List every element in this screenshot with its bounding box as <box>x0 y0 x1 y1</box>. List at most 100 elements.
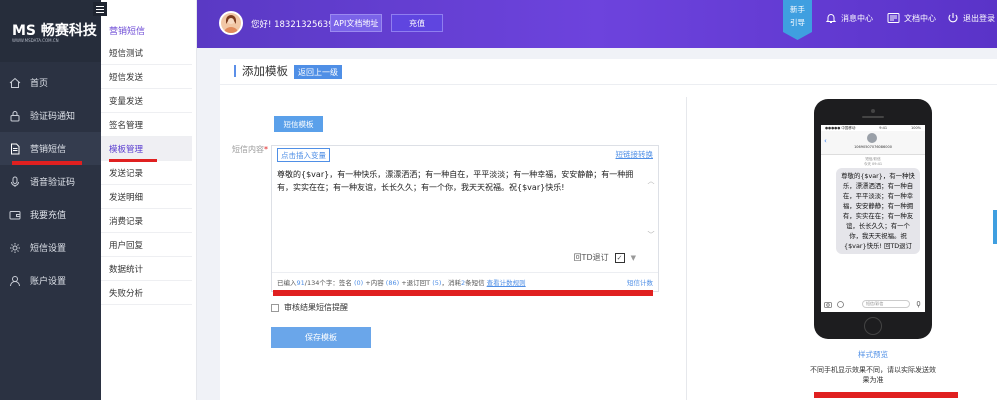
submenu-title: 营销短信 <box>109 27 146 37</box>
submenu-item[interactable]: 用户回复 <box>101 233 192 257</box>
submenu-item-template-manage[interactable]: 模板管理 <box>101 137 192 161</box>
home-icon <box>8 76 22 90</box>
sms-count-link[interactable]: 短信计数 <box>627 277 653 287</box>
floating-side-tab[interactable] <box>993 210 997 244</box>
sidebar-item-label: 首页 <box>30 79 49 89</box>
sidebar-item-recharge[interactable]: 我要充值 <box>0 198 101 231</box>
scroll-down-icon: ﹀ <box>647 231 655 239</box>
top-bar: 您好! 18321325639 API文档地址 充值 新手 引导 消息中心 文档… <box>197 0 997 48</box>
content-label-text: 短信内容 <box>232 145 264 154</box>
insert-variable-button[interactable]: 点击插入变量 <box>277 148 330 162</box>
section-divider <box>686 97 687 400</box>
recharge-button[interactable]: 充值 <box>391 14 443 32</box>
guide-label: 引导 <box>790 18 805 27</box>
review-notify-option[interactable]: 审核结果短信提醒 <box>271 302 348 313</box>
counter-value: 91 <box>296 279 305 287</box>
save-template-button[interactable]: 保存模板 <box>271 327 371 348</box>
counter-text: 条短信 <box>465 279 485 287</box>
style-preview-label: 样式预览 <box>858 350 888 359</box>
message-time: 今天 09:41 <box>863 162 883 166</box>
submenu-panel: 营销短信 短信测试 短信发送 变量发送 签名管理 模板管理 发送记录 发送明细 … <box>101 0 197 400</box>
menu-toggle-button[interactable] <box>93 2 107 16</box>
annotation-highlight <box>273 290 653 296</box>
logout-link[interactable]: 退出登录 <box>947 12 995 24</box>
sms-template-button[interactable]: 短信模板 <box>274 116 323 132</box>
bell-icon <box>825 14 837 23</box>
unsubscribe-option[interactable]: 回TD退订 ✓ ▼ <box>574 252 636 263</box>
template-form-card: 添加模板 返回上一级 短信模板 短信内容* 点击插入变量 短链接转换 尊敬的{$… <box>220 59 997 400</box>
app-store-icon <box>837 300 844 308</box>
logout-label: 退出登录 <box>963 13 995 23</box>
counter-text: 已编入 <box>277 279 297 287</box>
avatar[interactable] <box>219 11 243 35</box>
counter-text: +内容 <box>365 279 384 287</box>
phone-preview: ●●●●● 中国移动 9:41 100% ‹ 10690507076086000… <box>814 99 932 339</box>
sidebar-item-label: 验证码通知 <box>30 112 76 122</box>
card-header: 添加模板 返回上一级 <box>220 59 997 85</box>
review-notify-label: 审核结果短信提醒 <box>284 303 348 312</box>
greeting-text: 您好! 18321325639 <box>251 20 334 30</box>
unsubscribe-checkbox[interactable]: ✓ <box>614 252 625 263</box>
sidebar-item-label: 账户设置 <box>30 277 67 287</box>
page-title: 添加模板 <box>234 65 288 77</box>
doc-center-label: 文档中心 <box>904 13 936 23</box>
microphone-icon <box>8 175 22 189</box>
power-icon <box>948 13 958 23</box>
sidebar-item-voice[interactable]: 语音验证码 <box>0 165 101 198</box>
short-link-convert-link[interactable]: 短链接转换 <box>616 149 654 160</box>
message-center-link[interactable]: 消息中心 <box>825 12 873 24</box>
mic-icon <box>916 300 921 307</box>
sms-content-textarea[interactable]: 尊敬的{$var}，有一种快乐，漂漂洒洒；有一种自在，平平淡淡；有一种幸福，安安… <box>277 168 647 194</box>
counter-value: (86) <box>385 279 400 287</box>
submenu-item[interactable]: 数据统计 <box>101 257 192 281</box>
message-center-label: 消息中心 <box>841 13 873 23</box>
back-chevron-icon: ‹ <box>824 137 827 145</box>
doc-center-link[interactable]: 文档中心 <box>887 12 936 24</box>
annotation-highlight <box>814 392 958 398</box>
submenu-item[interactable]: 短信测试 <box>101 41 192 65</box>
sidebar-item-verification[interactable]: 验证码通知 <box>0 99 101 132</box>
sidebar-item-label: 短信设置 <box>30 244 67 254</box>
textarea-scrollbar[interactable]: ︿ ﹀ <box>647 176 655 246</box>
message-meta: 短信/彩信 今天 09:41 <box>821 157 925 167</box>
resize-handle-icon[interactable]: ▼ <box>631 254 636 262</box>
sms-input-bar: 短信/彩信 <box>824 299 922 309</box>
submenu-item[interactable]: 变量发送 <box>101 89 192 113</box>
sms-input-field: 短信/彩信 <box>862 300 910 308</box>
submenu-item[interactable]: 发送明细 <box>101 185 192 209</box>
brand-logo[interactable]: MS 畅赛科技 WWW.MSDATA.COM.CN <box>0 0 101 62</box>
user-icon <box>8 274 22 288</box>
back-button[interactable]: 返回上一级 <box>294 65 342 79</box>
hamburger-icon <box>96 8 104 10</box>
contact-avatar-icon <box>867 133 877 143</box>
sidebar-item-label: 语音验证码 <box>30 178 76 188</box>
camera-icon <box>824 301 832 308</box>
submenu-item[interactable]: 失败分析 <box>101 281 192 305</box>
guide-badge[interactable]: 新手 引导 <box>783 0 812 40</box>
document-center-icon <box>887 13 900 23</box>
submenu-item[interactable]: 消费记录 <box>101 209 192 233</box>
counter-text: ，消耗 <box>441 279 461 287</box>
submenu-item[interactable]: 发送记录 <box>101 161 192 185</box>
counter-text: /134个字：签名 <box>304 279 352 287</box>
sender-number: 10690507076086000 <box>854 145 892 149</box>
logo-subtext: WWW.MSDATA.COM.CN <box>12 38 59 43</box>
sidebar-item-home[interactable]: 首页 <box>0 66 101 99</box>
document-icon <box>8 142 22 156</box>
review-notify-checkbox[interactable] <box>271 303 279 312</box>
annotation-highlight <box>109 159 157 162</box>
main-sidebar: MS 畅赛科技 WWW.MSDATA.COM.CN 首页 验证码通知 营销短信 … <box>0 0 101 400</box>
content-label: 短信内容* <box>232 144 268 155</box>
submenu-item[interactable]: 短信发送 <box>101 65 192 89</box>
sms-header: ‹ 10690507076086000 <box>821 131 925 155</box>
phone-screen: ●●●●● 中国移动 9:41 100% ‹ 10690507076086000… <box>821 125 925 312</box>
scroll-up-icon: ︿ <box>647 177 655 185</box>
phone-home-button <box>864 317 882 335</box>
submenu-item[interactable]: 签名管理 <box>101 113 192 137</box>
logo-text: MS 畅赛科技 <box>12 23 97 39</box>
sidebar-item-sms-settings[interactable]: 短信设置 <box>0 231 101 264</box>
counter-value: (0) <box>353 279 364 287</box>
count-rules-link[interactable]: 查看计数规则 <box>487 279 526 287</box>
sidebar-item-account[interactable]: 账户设置 <box>0 264 101 297</box>
api-doc-button[interactable]: API文档地址 <box>330 14 382 32</box>
